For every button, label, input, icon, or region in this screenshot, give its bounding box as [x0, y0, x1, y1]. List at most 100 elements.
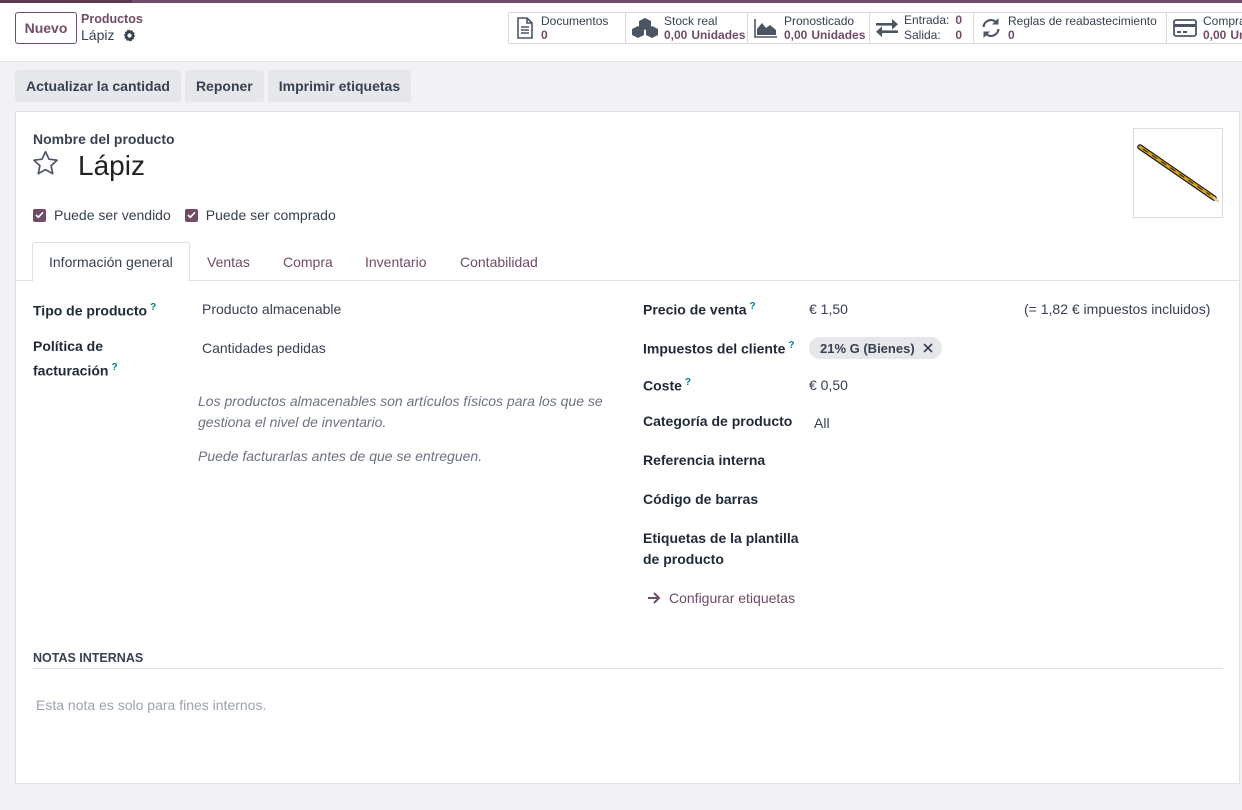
template-tags-label: Etiquetas de la plantilla de producto — [643, 528, 799, 570]
configure-tags-label: Configurar etiquetas — [669, 590, 796, 606]
product-type-select[interactable]: Producto almacenable — [202, 299, 341, 320]
replenish-button[interactable]: Reponer — [184, 70, 264, 102]
forecast-value: 0,00 — [784, 28, 808, 42]
forecast-button[interactable]: Pronosticado 0,00 Unidades — [748, 13, 870, 43]
area-chart-icon — [754, 19, 777, 38]
cost-label-text: Coste — [643, 377, 682, 394]
tab-inventory[interactable]: Inventario — [365, 242, 426, 281]
breadcrumb-current: Lápiz — [81, 27, 136, 43]
customer-tax-tag-label: 21% G (Bienes) — [820, 340, 915, 356]
sales-price-input[interactable]: € 1,50 — [809, 299, 848, 320]
check-icon — [35, 211, 44, 219]
invoice-policy-label: Política de facturación? — [33, 336, 118, 382]
breadcrumb-products-link[interactable]: Productos — [81, 12, 143, 26]
can-be-purchased: Puede ser comprado — [184, 207, 336, 223]
cost-label: Coste? — [643, 372, 691, 397]
help-marker[interactable]: ? — [685, 377, 691, 388]
form-sheet: Nombre del producto Lápiz Puede ser vend… — [15, 111, 1240, 784]
can-be-purchased-checkbox[interactable] — [184, 208, 198, 222]
cost-input[interactable]: € 0,50 — [809, 375, 848, 396]
stock-unit: Unidades — [691, 28, 746, 42]
help-marker[interactable]: ? — [150, 302, 156, 313]
breadcrumb-current-label: Lápiz — [81, 27, 115, 43]
can-be-sold: Puede ser vendido — [33, 207, 171, 223]
action-bar: Actualizar la cantidad Reponer Imprimir … — [15, 70, 412, 102]
invoice-policy-label-line1: Política de — [33, 338, 104, 354]
credit-card-icon — [1173, 19, 1197, 37]
stock-value: 0,00 — [664, 28, 688, 42]
sales-price-label-text: Precio de venta — [643, 301, 747, 318]
in-label: Entrada: — [904, 13, 950, 27]
out-label: Salida: — [904, 28, 941, 42]
in-count: 0 — [955, 13, 963, 27]
exchange-icon — [876, 19, 898, 37]
product-category-select[interactable]: All — [814, 413, 830, 434]
can-be-sold-checkbox[interactable] — [33, 208, 46, 222]
pencil-image — [1137, 144, 1220, 203]
help-marker[interactable]: ? — [750, 301, 756, 312]
product-name-input[interactable]: Lápiz — [78, 150, 145, 182]
smart-buttons: Documentos 0 Stock real 0,00 Unidades Pr… — [508, 12, 1242, 44]
stock-label: Stock real — [664, 14, 718, 28]
product-image[interactable] — [1133, 128, 1223, 218]
purchase-button[interactable]: Compra 0,00Un — [1167, 13, 1242, 43]
product-type-help: Los productos almacenables son artículos… — [198, 391, 603, 433]
tab-accounting[interactable]: Contabilidad — [460, 242, 538, 281]
reorder-rules-label: Reglas de reabastecimiento — [1008, 14, 1157, 28]
internal-reference-label: Referencia interna — [643, 452, 766, 468]
invoice-policy-help: Puede facturarlas antes de que se entreg… — [198, 448, 483, 464]
in-out-button[interactable]: Entrada: 0 Salida: 0 — [870, 13, 974, 43]
can-be-purchased-label[interactable]: Puede ser comprado — [206, 207, 336, 223]
customer-tax-tag: 21% G (Bienes) — [809, 337, 942, 359]
internal-notes-input[interactable]: Esta nota es solo para fines internos. — [36, 697, 1216, 713]
update-quantity-button[interactable]: Actualizar la cantidad — [15, 70, 181, 102]
out-count: 0 — [955, 28, 963, 42]
gear-icon[interactable] — [123, 28, 136, 42]
product-type-help-line2: gestiona el nivel de inventario. — [198, 414, 387, 430]
print-labels-button[interactable]: Imprimir etiquetas — [267, 70, 412, 102]
purchase-value: 0,00 — [1203, 28, 1227, 42]
new-button[interactable]: Nuevo — [15, 12, 77, 44]
documents-button[interactable]: Documentos 0 — [509, 13, 626, 43]
product-type-help-line1: Los productos almacenables son artículos… — [198, 393, 603, 409]
check-icon — [187, 211, 196, 219]
cubes-icon — [632, 18, 658, 38]
configure-tags-link[interactable]: Configurar etiquetas — [647, 590, 795, 606]
internal-notes-title: NOTAS INTERNAS — [33, 651, 1223, 669]
product-type-label: Tipo de producto? — [33, 297, 156, 322]
barcode-label: Código de barras — [643, 491, 759, 507]
tab-general-information[interactable]: Información general — [32, 242, 190, 282]
tab-sales[interactable]: Ventas — [207, 242, 250, 281]
forecast-label: Pronosticado — [784, 14, 855, 28]
refresh-icon — [982, 18, 1000, 38]
reorder-rules-button[interactable]: Reglas de reabastecimiento 0 — [974, 13, 1167, 43]
document-icon — [517, 17, 533, 39]
control-panel: Nuevo Productos Lápiz Documentos 0 Stock… — [0, 3, 1242, 62]
close-icon[interactable] — [923, 343, 933, 353]
sales-price-tax-included: (= 1,82 € impuestos incluidos) — [1024, 301, 1211, 317]
template-tags-label-line2: de producto — [643, 551, 724, 567]
product-flags: Puede ser vendido Puede ser comprado — [33, 207, 336, 223]
product-category-label: Categoría de producto — [643, 413, 793, 429]
purchase-unit: Un — [1230, 28, 1242, 42]
help-marker[interactable]: ? — [788, 340, 794, 351]
customer-taxes-label: Impuestos del cliente? — [643, 335, 794, 360]
customer-taxes-label-text: Impuestos del cliente — [643, 340, 786, 357]
help-marker[interactable]: ? — [111, 362, 117, 373]
invoice-policy-label-line2: facturación — [33, 362, 109, 379]
documents-count: 0 — [541, 28, 548, 42]
forecast-unit: Unidades — [811, 28, 866, 42]
tab-purchase[interactable]: Compra — [283, 242, 333, 281]
can-be-sold-label[interactable]: Puede ser vendido — [54, 207, 171, 223]
product-type-label-text: Tipo de producto — [33, 302, 148, 319]
arrow-right-icon — [648, 592, 661, 604]
invoice-policy-select[interactable]: Cantidades pedidas — [202, 338, 326, 359]
stock-button[interactable]: Stock real 0,00 Unidades — [626, 13, 748, 43]
form-tabs: Información general Ventas Compra Invent… — [16, 242, 1239, 282]
sales-price-label: Precio de venta? — [643, 296, 756, 321]
product-name-label: Nombre del producto — [33, 131, 175, 147]
star-icon[interactable] — [32, 150, 59, 176]
template-tags-label-line1: Etiquetas de la plantilla — [643, 530, 799, 546]
reorder-rules-count: 0 — [1008, 28, 1015, 42]
documents-label: Documentos — [541, 14, 609, 28]
